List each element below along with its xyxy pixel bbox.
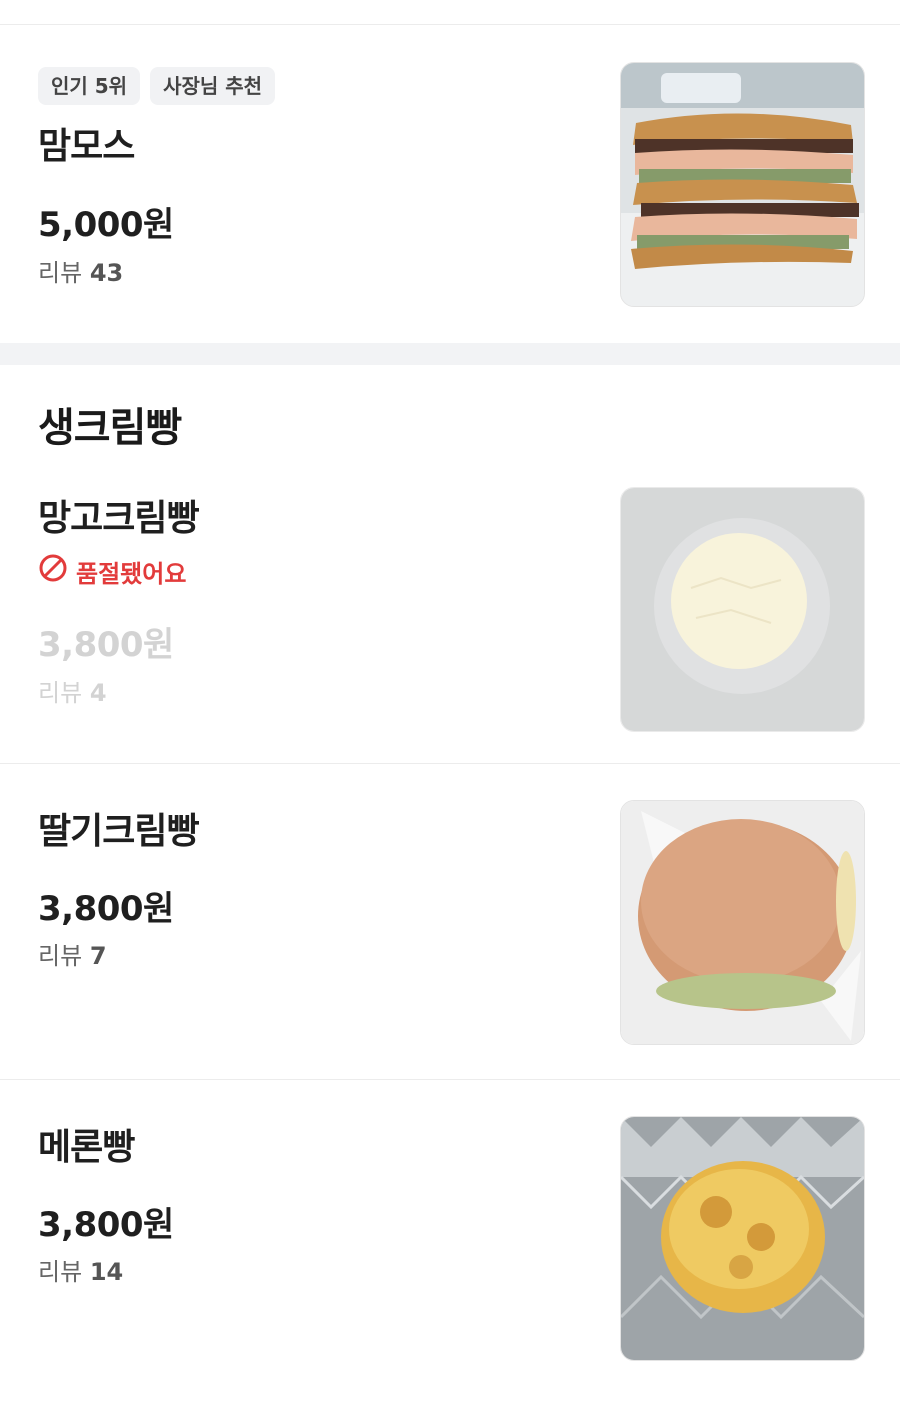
- prohibited-icon: [38, 553, 68, 589]
- item-price: 3,800원: [38, 889, 174, 929]
- menu-item-mammoth[interactable]: 인기 5위 사장님 추천 맘모스 5,000원 리뷰 43: [0, 25, 900, 343]
- menu-section-cream-bread: 생크림빵 망고크림빵 품절됐어요 3,800원 리뷰 4: [0, 365, 900, 763]
- item-review-count: 리뷰 7: [38, 936, 107, 971]
- tag-list: 인기 5위 사장님 추천: [38, 67, 276, 105]
- menu-item-melon[interactable]: 메론빵 3,800원 리뷰 14: [0, 1080, 900, 1385]
- item-photo-mammoth[interactable]: [620, 62, 865, 307]
- item-name: 메론빵: [38, 1127, 135, 1168]
- item-photo-melon[interactable]: [620, 1116, 865, 1361]
- item-name: 딸기크림빵: [38, 811, 200, 852]
- section-title: 생크림빵: [38, 405, 182, 451]
- section-separator: [0, 343, 900, 365]
- owner-recommend-tag: 사장님 추천: [150, 67, 276, 105]
- review-number: 43: [89, 259, 124, 287]
- menu-item-strawberry[interactable]: 딸기크림빵 3,800원 리뷰 7: [0, 764, 900, 1079]
- review-number: 7: [89, 942, 107, 970]
- item-review-count: 리뷰 4: [38, 673, 107, 708]
- review-label: 리뷰: [38, 679, 83, 707]
- item-price: 5,000원: [38, 205, 174, 245]
- review-number: 4: [89, 679, 107, 707]
- item-name: 망고크림빵: [38, 498, 200, 539]
- menu-item-mango[interactable]: 망고크림빵 품절됐어요 3,800원 리뷰 4: [0, 465, 900, 763]
- review-label: 리뷰: [38, 259, 83, 287]
- review-number: 14: [89, 1258, 124, 1286]
- item-photo-mango[interactable]: [620, 487, 865, 732]
- review-label: 리뷰: [38, 942, 83, 970]
- soldout-text: 품절됐어요: [76, 559, 187, 588]
- popularity-tag: 인기 5위: [38, 67, 141, 105]
- soldout-badge: 품절됐어요: [38, 553, 186, 589]
- item-name: 맘모스: [38, 126, 135, 167]
- item-review-count: 리뷰 43: [38, 253, 123, 288]
- item-review-count: 리뷰 14: [38, 1252, 123, 1287]
- review-label: 리뷰: [38, 1258, 83, 1286]
- item-price: 3,800원: [38, 625, 174, 665]
- item-price: 3,800원: [38, 1205, 174, 1245]
- item-photo-strawberry[interactable]: [620, 800, 865, 1045]
